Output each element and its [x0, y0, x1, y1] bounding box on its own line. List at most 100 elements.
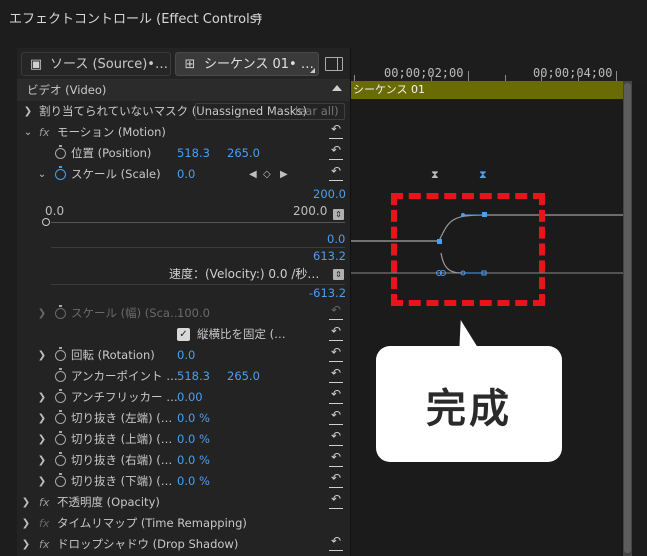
chevron-right-icon[interactable]: ❯ — [37, 387, 47, 408]
stopwatch-active-icon[interactable] — [55, 166, 66, 180]
crop-label: 切り抜き (左端) (… — [71, 411, 173, 425]
reset-icon[interactable]: ↶ — [328, 493, 344, 509]
position-x-value[interactable]: 518.3 — [177, 143, 210, 164]
graph-divider — [51, 247, 345, 248]
chevron-right-icon[interactable]: ❯ — [23, 101, 33, 122]
stopwatch-icon[interactable] — [55, 452, 66, 466]
scale-width-label: スケール (幅) (Sca… — [71, 306, 182, 320]
graph-mode-icon[interactable]: ⇕ — [333, 209, 344, 220]
add-keyframe-icon[interactable]: ◇ — [263, 164, 271, 185]
reset-icon[interactable]: ↶ — [328, 325, 344, 341]
reset-icon[interactable]: ↶ — [328, 430, 344, 446]
video-section-label: ビデオ (Video) — [27, 83, 107, 97]
velocity-bottom-value: -613.2 — [309, 286, 347, 300]
crop-value[interactable]: 0.0 % — [177, 408, 210, 429]
rotation-label: 回転 (Rotation) — [71, 348, 155, 362]
stopwatch-icon[interactable] — [55, 410, 66, 424]
tab-source[interactable]: ▣ ソース (Source)•… — [21, 52, 171, 76]
keyframe-marker-icon[interactable]: ⧗ — [431, 168, 439, 182]
tab-sequence[interactable]: ⊞ シーケンス 01• … — [175, 52, 319, 76]
fx-icon[interactable]: fx — [39, 534, 49, 555]
chevron-right-icon[interactable]: ❯ — [21, 492, 31, 513]
reset-icon[interactable]: ↶ — [328, 388, 344, 404]
scale-width-row: ❯ スケール (幅) (Sca… 100.0 ↶ — [17, 303, 350, 324]
anchor-x-value[interactable]: 518.3 — [177, 366, 210, 387]
chevron-right-icon[interactable]: ❯ — [37, 429, 47, 450]
reset-icon[interactable]: ↶ — [328, 472, 344, 488]
anchor-row: アンカーポイント … 518.3 265.0 ↶ — [17, 366, 350, 387]
anchor-y-value[interactable]: 265.0 — [227, 366, 260, 387]
chevron-right-icon[interactable]: ❯ — [37, 303, 47, 324]
stopwatch-icon[interactable] — [55, 389, 66, 403]
stopwatch-icon[interactable] — [55, 145, 66, 159]
rotation-row: ❯ 回転 (Rotation) 0.0 ↶ — [17, 345, 350, 366]
slider-max-label: 200.0 — [293, 204, 328, 218]
antiflicker-value[interactable]: 0.00 — [177, 387, 203, 408]
slider-track[interactable] — [51, 222, 345, 223]
reset-icon[interactable]: ↶ — [328, 346, 344, 362]
scale-value[interactable]: 0.0 — [177, 164, 195, 185]
next-keyframe-icon[interactable]: ▶ — [280, 164, 288, 185]
fx-icon[interactable]: fx — [39, 513, 49, 534]
fx-icon[interactable]: fx — [39, 492, 49, 513]
tab-source-label: ソース (Source)•… — [50, 57, 168, 72]
chevron-right-icon[interactable]: ❯ — [37, 345, 47, 366]
crop-value[interactable]: 0.0 % — [177, 450, 210, 471]
uniform-scale-checkbox[interactable]: ✓ — [177, 328, 190, 341]
drop-shadow-row: ❯ fx ドロップシャドウ (Drop Shadow) ↶ — [17, 534, 350, 555]
reset-icon[interactable]: ↶ — [328, 451, 344, 467]
reset-icon[interactable]: ↶ — [328, 409, 344, 425]
position-y-value[interactable]: 265.0 — [227, 143, 260, 164]
keyframe-marker-icon[interactable]: ⧗ — [479, 168, 487, 182]
mask-row: ❯ 割り当てられていないマスク (Unassigned Masks) lear … — [17, 101, 350, 122]
callout-bubble: 完成 — [376, 346, 562, 462]
reset-icon[interactable]: ↶ — [328, 367, 344, 383]
sequence-icon: ⊞ — [184, 57, 196, 72]
timeline-scrollbar[interactable] — [623, 81, 632, 556]
crop-label: 切り抜き (右端) (… — [71, 453, 173, 467]
scrollbar-thumb[interactable] — [624, 83, 631, 553]
stopwatch-icon[interactable] — [55, 431, 66, 445]
crop-value[interactable]: 0.0 % — [177, 471, 210, 492]
stopwatch-icon[interactable] — [55, 473, 66, 487]
position-row: 位置 (Position) 518.3 265.0 ↶ — [17, 143, 350, 164]
reset-icon[interactable]: ↶ — [328, 144, 344, 160]
prev-keyframe-icon[interactable]: ◀ — [249, 164, 257, 185]
panel-menu-icon[interactable]: ≡ — [252, 10, 263, 25]
tab-sequence-label: シーケンス 01• … — [204, 57, 314, 72]
clip-bar[interactable]: シーケンス 01 — [351, 81, 623, 99]
stopwatch-icon[interactable] — [55, 347, 66, 361]
slider-handle[interactable] — [42, 218, 50, 226]
chevron-down-icon[interactable]: ⌄ — [37, 164, 47, 185]
velocity-top-value: 613.2 — [313, 249, 346, 263]
chevron-right-icon[interactable]: ❯ — [21, 513, 31, 534]
timecode-label: 00;00;04;00 — [533, 66, 613, 80]
chevron-down-icon[interactable]: ⌄ — [23, 122, 33, 143]
reset-icon[interactable]: ↶ — [328, 123, 344, 139]
antiflicker-row: ❯ アンチフリッカー … 0.00 ↶ — [17, 387, 350, 408]
rotation-value[interactable]: 0.0 — [177, 345, 195, 366]
stopwatch-icon — [55, 305, 66, 319]
chevron-right-icon[interactable]: ❯ — [37, 408, 47, 429]
anchor-label: アンカーポイント … — [71, 369, 178, 383]
opacity-label: 不透明度 (Opacity) — [57, 495, 160, 509]
chevron-right-icon[interactable]: ❯ — [21, 534, 31, 555]
motion-label: モーション (Motion) — [57, 125, 166, 139]
collapse-up-icon[interactable] — [332, 85, 342, 91]
toggle-timeline-icon[interactable] — [325, 57, 343, 71]
tab-dropdown-icon[interactable] — [310, 68, 315, 73]
crop-value[interactable]: 0.0 % — [177, 429, 210, 450]
time-ruler[interactable]: 00;00;02;00 00;00;04;00 — [351, 48, 647, 81]
fx-icon[interactable]: fx — [39, 122, 49, 143]
stopwatch-icon[interactable] — [55, 368, 66, 382]
reset-icon[interactable]: ↶ — [328, 165, 344, 181]
mask-clear-label[interactable]: lear all) — [295, 101, 339, 122]
video-section-header: ビデオ (Video) — [17, 80, 350, 101]
chevron-right-icon[interactable]: ❯ — [37, 450, 47, 471]
reset-icon[interactable]: ↶ — [328, 535, 344, 551]
crop-label: 切り抜き (上端) (… — [71, 432, 173, 446]
velocity-mode-icon[interactable]: ⇕ — [333, 269, 344, 280]
source-icon: ▣ — [29, 57, 43, 72]
chevron-right-icon[interactable]: ❯ — [37, 471, 47, 492]
scale-row: ⌄ スケール (Scale) 0.0 ◀ ◇ ▶ ↶ — [17, 164, 350, 185]
